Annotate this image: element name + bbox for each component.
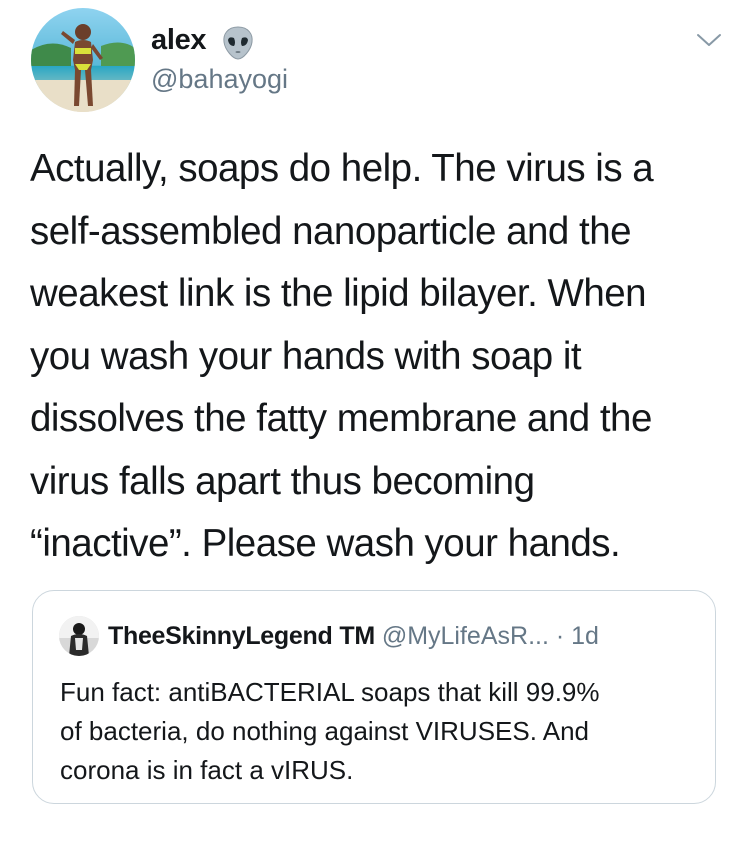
tweet-line: Actually, soaps do help. The virus is a [30,147,654,190]
author-handle[interactable]: @bahayogi [151,64,288,95]
tweet-line: virus falls apart thus becoming [30,459,535,503]
trademark-badge: TM [339,622,375,650]
quoted-tweet-line: of bacteria, do nothing against VIRUSES.… [60,716,590,746]
quoted-tweet-header: TheeSkinnyLegend TM @MyLifeAsR... · 1d [108,620,599,652]
chevron-down-icon[interactable] [696,32,722,48]
author-avatar[interactable] [31,8,135,112]
alien-icon [223,26,253,60]
tweet-line: weakest link is the lipid bilayer. When [30,272,647,315]
tweet-text: Actually, soaps do help. The virus is a … [30,138,730,576]
quoted-author-handle[interactable]: @MyLifeAsR... [382,622,549,650]
quoted-tweet-line: Fun fact: antiBACTERIAL soaps that kill … [60,677,600,707]
quoted-tweet-time[interactable]: · 1d [556,622,599,650]
tweet-line: “inactive”. Please wash your hands. [30,522,621,565]
author-display-name[interactable]: alex [151,24,207,57]
tweet-line: you wash your hands with soap it [30,334,582,378]
tweet-line: self-assembled nanoparticle and the [30,209,632,253]
quoted-tweet-line: corona is in fact a vIRUS. [60,755,354,785]
quoted-author-name[interactable]: TheeSkinnyLegend [108,622,333,650]
tweet-line: dissolves the fatty membrane and the [30,397,652,440]
quoted-tweet-text: Fun fact: antiBACTERIAL soaps that kill … [60,673,710,790]
quoted-author-avatar[interactable] [59,616,99,656]
